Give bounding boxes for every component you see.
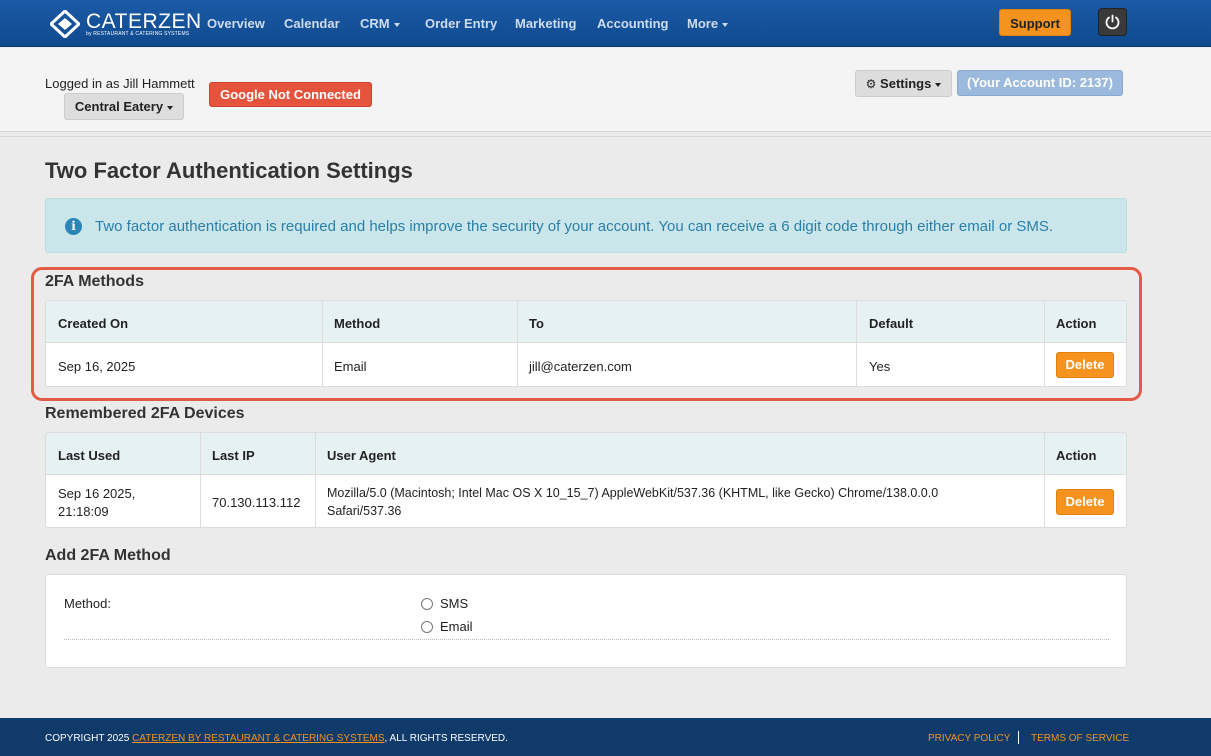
google-connection-button[interactable]: Google Not Connected — [209, 82, 372, 107]
delete-method-button[interactable]: Delete — [1056, 352, 1114, 378]
add-method-title: Add 2FA Method — [45, 547, 171, 564]
nav-overview[interactable]: Overview — [207, 16, 265, 31]
col-default: Default — [869, 316, 914, 331]
cell-last-used-time: 21:18:09 — [58, 504, 109, 519]
devices-title: Remembered 2FA Devices — [45, 405, 245, 422]
cell-to: jill@caterzen.com — [529, 359, 632, 374]
nav-calendar[interactable]: Calendar — [284, 16, 340, 31]
logo-mark-icon — [50, 10, 80, 38]
caterzen-logo[interactable]: CATERZEN by RESTAURANT & CATERING SYSTEM… — [50, 10, 201, 38]
radio-email-label[interactable]: Email — [440, 619, 473, 634]
footer-copyright: COPYRIGHT 2025 CATERZEN BY RESTAURANT & … — [45, 733, 508, 744]
account-id-badge: (Your Account ID: 2137) — [957, 70, 1123, 96]
column-divider — [200, 433, 201, 527]
cell-created-on: Sep 16, 2025 — [58, 359, 136, 374]
terms-of-service-link[interactable]: TERMS OF SERVICE — [1031, 733, 1129, 744]
support-button[interactable]: Support — [999, 9, 1071, 36]
col-last-ip: Last IP — [212, 448, 255, 463]
cell-user-agent-cont: Safari/537.36 — [327, 504, 402, 518]
cell-default: Yes — [869, 359, 891, 374]
chevron-down-icon — [722, 22, 729, 27]
footer-separator — [1018, 731, 1019, 744]
logged-in-label: Logged in as Jill Hammett — [45, 76, 195, 91]
devices-table: Last Used Last IP User Agent Action Sep … — [45, 432, 1127, 528]
col-user-agent: User Agent — [327, 448, 396, 463]
column-divider — [1044, 301, 1045, 386]
settings-dropdown[interactable]: ⚙ Settings — [855, 70, 952, 97]
page-title: Two Factor Authentication Settings — [45, 158, 413, 183]
privacy-policy-link[interactable]: PRIVACY POLICY — [928, 733, 1010, 744]
nav-more[interactable]: More — [687, 16, 729, 31]
header-divider — [0, 136, 1211, 138]
column-divider — [315, 433, 316, 527]
chevron-down-icon — [167, 105, 174, 110]
gear-icon: ⚙ — [865, 77, 877, 91]
footer: COPYRIGHT 2025 CATERZEN BY RESTAURANT & … — [0, 718, 1211, 756]
table-header-row — [46, 433, 1126, 475]
top-navbar: CATERZEN by RESTAURANT & CATERING SYSTEM… — [0, 0, 1211, 47]
method-label: Method: — [64, 596, 111, 611]
col-created-on: Created On — [58, 316, 129, 331]
column-divider — [856, 301, 857, 386]
nav-accounting[interactable]: Accounting — [597, 16, 669, 31]
radio-sms[interactable] — [421, 598, 433, 610]
col-method: Method — [334, 316, 381, 331]
power-icon — [1105, 14, 1120, 30]
delete-device-button[interactable]: Delete — [1056, 489, 1114, 515]
nav-order-entry[interactable]: Order Entry — [425, 16, 497, 31]
methods-table: Created On Method To Default Action Sep … — [45, 300, 1127, 387]
cell-method: Email — [334, 359, 367, 374]
column-divider — [1044, 433, 1045, 527]
cell-last-ip: 70.130.113.112 — [212, 495, 301, 510]
col-to: To — [529, 316, 544, 331]
radio-sms-label[interactable]: SMS — [440, 596, 468, 611]
info-icon: i — [65, 218, 82, 235]
cell-user-agent: Mozilla/5.0 (Macintosh; Intel Mac OS X 1… — [327, 486, 939, 500]
form-divider — [64, 639, 1109, 640]
chevron-down-icon — [393, 22, 400, 27]
venue-dropdown[interactable]: Central Eatery — [64, 93, 184, 120]
table-header-row — [46, 301, 1126, 343]
cell-last-used: Sep 16 2025, — [58, 486, 136, 501]
col-last-used: Last Used — [58, 448, 121, 463]
nav-marketing[interactable]: Marketing — [515, 16, 576, 31]
col-action: Action — [1056, 448, 1097, 463]
col-action: Action — [1056, 316, 1097, 331]
radio-email[interactable] — [421, 621, 433, 633]
add-method-form: Method: SMS Email — [45, 574, 1127, 668]
logo-tagline: by RESTAURANT & CATERING SYSTEMS — [86, 31, 190, 37]
chevron-down-icon — [935, 82, 942, 87]
column-divider — [517, 301, 518, 386]
methods-title: 2FA Methods — [45, 273, 144, 290]
nav-crm[interactable]: CRM — [360, 16, 400, 31]
footer-company-link[interactable]: CATERZEN BY RESTAURANT & CATERING SYSTEM… — [132, 733, 384, 744]
info-alert: i Two factor authentication is required … — [45, 198, 1127, 253]
info-text: Two factor authentication is required an… — [95, 218, 1054, 235]
logout-button[interactable] — [1098, 8, 1127, 36]
column-divider — [322, 301, 323, 386]
